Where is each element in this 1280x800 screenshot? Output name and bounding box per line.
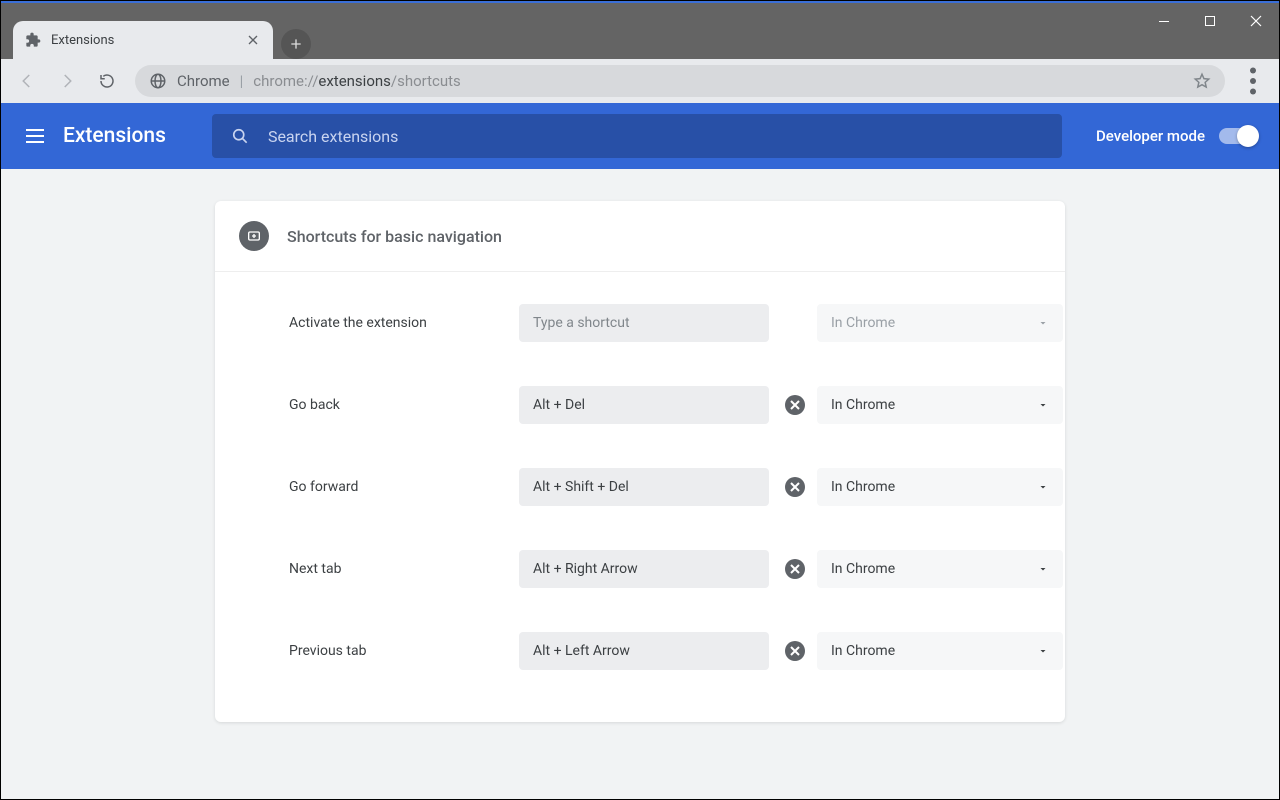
clear-shortcut-icon[interactable]: [783, 393, 807, 417]
shortcut-input[interactable]: Alt + Del: [519, 386, 769, 424]
page-header: Extensions Developer mode: [1, 103, 1279, 169]
extension-app-icon: [239, 221, 269, 251]
maximize-button[interactable]: [1187, 3, 1233, 39]
clear-shortcut-icon[interactable]: [783, 639, 807, 663]
chevron-down-icon: [1037, 317, 1049, 329]
menu-icon[interactable]: [23, 124, 47, 148]
shortcut-label: Previous tab: [289, 643, 519, 659]
content-area: Shortcuts for basic navigation Activate …: [1, 169, 1279, 799]
url-prefix: chrome://: [253, 72, 318, 90]
card-header: Shortcuts for basic navigation: [215, 201, 1065, 272]
shortcut-row: Go forwardAlt + Shift + Del In Chrome: [215, 446, 1065, 528]
url-path: /shortcuts: [391, 72, 461, 90]
shortcut-input[interactable]: Alt + Left Arrow: [519, 632, 769, 670]
url-scheme-label: Chrome: [177, 72, 230, 90]
page-title: Extensions: [63, 124, 166, 148]
window-titlebar: Extensions: [1, 1, 1279, 59]
reload-button[interactable]: [89, 63, 125, 99]
clear-shortcut-icon[interactable]: [783, 557, 807, 581]
developer-mode-control: Developer mode: [1096, 127, 1257, 145]
shortcut-label: Go back: [289, 397, 519, 413]
new-tab-button[interactable]: [281, 29, 311, 59]
shortcut-label: Next tab: [289, 561, 519, 577]
shortcut-row: Activate the extensionType a shortcut In …: [215, 282, 1065, 364]
shortcuts-card: Shortcuts for basic navigation Activate …: [215, 201, 1065, 722]
tab-title: Extensions: [51, 33, 245, 48]
scope-dropdown[interactable]: In Chrome: [817, 386, 1063, 424]
shortcut-row: Go backAlt + Del In Chrome: [215, 364, 1065, 446]
browser-menu-button[interactable]: [1235, 63, 1271, 99]
browser-toolbar: Chrome | chrome://extensions/shortcuts: [1, 59, 1279, 103]
search-input[interactable]: [268, 127, 1044, 146]
site-info-icon[interactable]: [149, 72, 167, 90]
scope-dropdown[interactable]: In Chrome: [817, 468, 1063, 506]
scope-dropdown[interactable]: In Chrome: [817, 632, 1063, 670]
address-bar[interactable]: Chrome | chrome://extensions/shortcuts: [135, 65, 1225, 97]
back-button[interactable]: [9, 63, 45, 99]
window-controls: [1141, 3, 1279, 39]
search-icon: [230, 126, 250, 146]
chevron-down-icon: [1037, 481, 1049, 493]
url-host: extensions: [318, 72, 391, 90]
shortcut-label: Go forward: [289, 479, 519, 495]
puzzle-icon: [25, 32, 41, 48]
scope-value: In Chrome: [831, 397, 895, 413]
shortcut-input[interactable]: Alt + Right Arrow: [519, 550, 769, 588]
close-window-button[interactable]: [1233, 3, 1279, 39]
scope-value: In Chrome: [831, 561, 895, 577]
shortcut-row: Next tabAlt + Right Arrow In Chrome: [215, 528, 1065, 610]
browser-tab[interactable]: Extensions: [13, 21, 273, 59]
chevron-down-icon: [1037, 563, 1049, 575]
scope-value: In Chrome: [831, 315, 895, 331]
scope-value: In Chrome: [831, 479, 895, 495]
forward-button[interactable]: [49, 63, 85, 99]
chevron-down-icon: [1037, 645, 1049, 657]
developer-mode-label: Developer mode: [1096, 127, 1205, 145]
scope-value: In Chrome: [831, 643, 895, 659]
scope-dropdown[interactable]: In Chrome: [817, 550, 1063, 588]
bookmark-icon[interactable]: [1193, 72, 1211, 90]
tab-strip: Extensions: [1, 3, 311, 59]
shortcut-label: Activate the extension: [289, 315, 519, 331]
shortcut-input[interactable]: Alt + Shift + Del: [519, 468, 769, 506]
shortcut-row: Previous tabAlt + Left Arrow In Chrome: [215, 610, 1065, 692]
search-box[interactable]: [212, 114, 1062, 158]
clear-shortcut-icon[interactable]: [783, 475, 807, 499]
card-title: Shortcuts for basic navigation: [287, 227, 502, 246]
minimize-button[interactable]: [1141, 3, 1187, 39]
chevron-down-icon: [1037, 399, 1049, 411]
developer-mode-toggle[interactable]: [1219, 128, 1257, 144]
close-tab-icon[interactable]: [245, 32, 261, 48]
scope-dropdown: In Chrome: [817, 304, 1063, 342]
shortcut-input[interactable]: Type a shortcut: [519, 304, 769, 342]
shortcut-rows: Activate the extensionType a shortcut In …: [215, 272, 1065, 722]
